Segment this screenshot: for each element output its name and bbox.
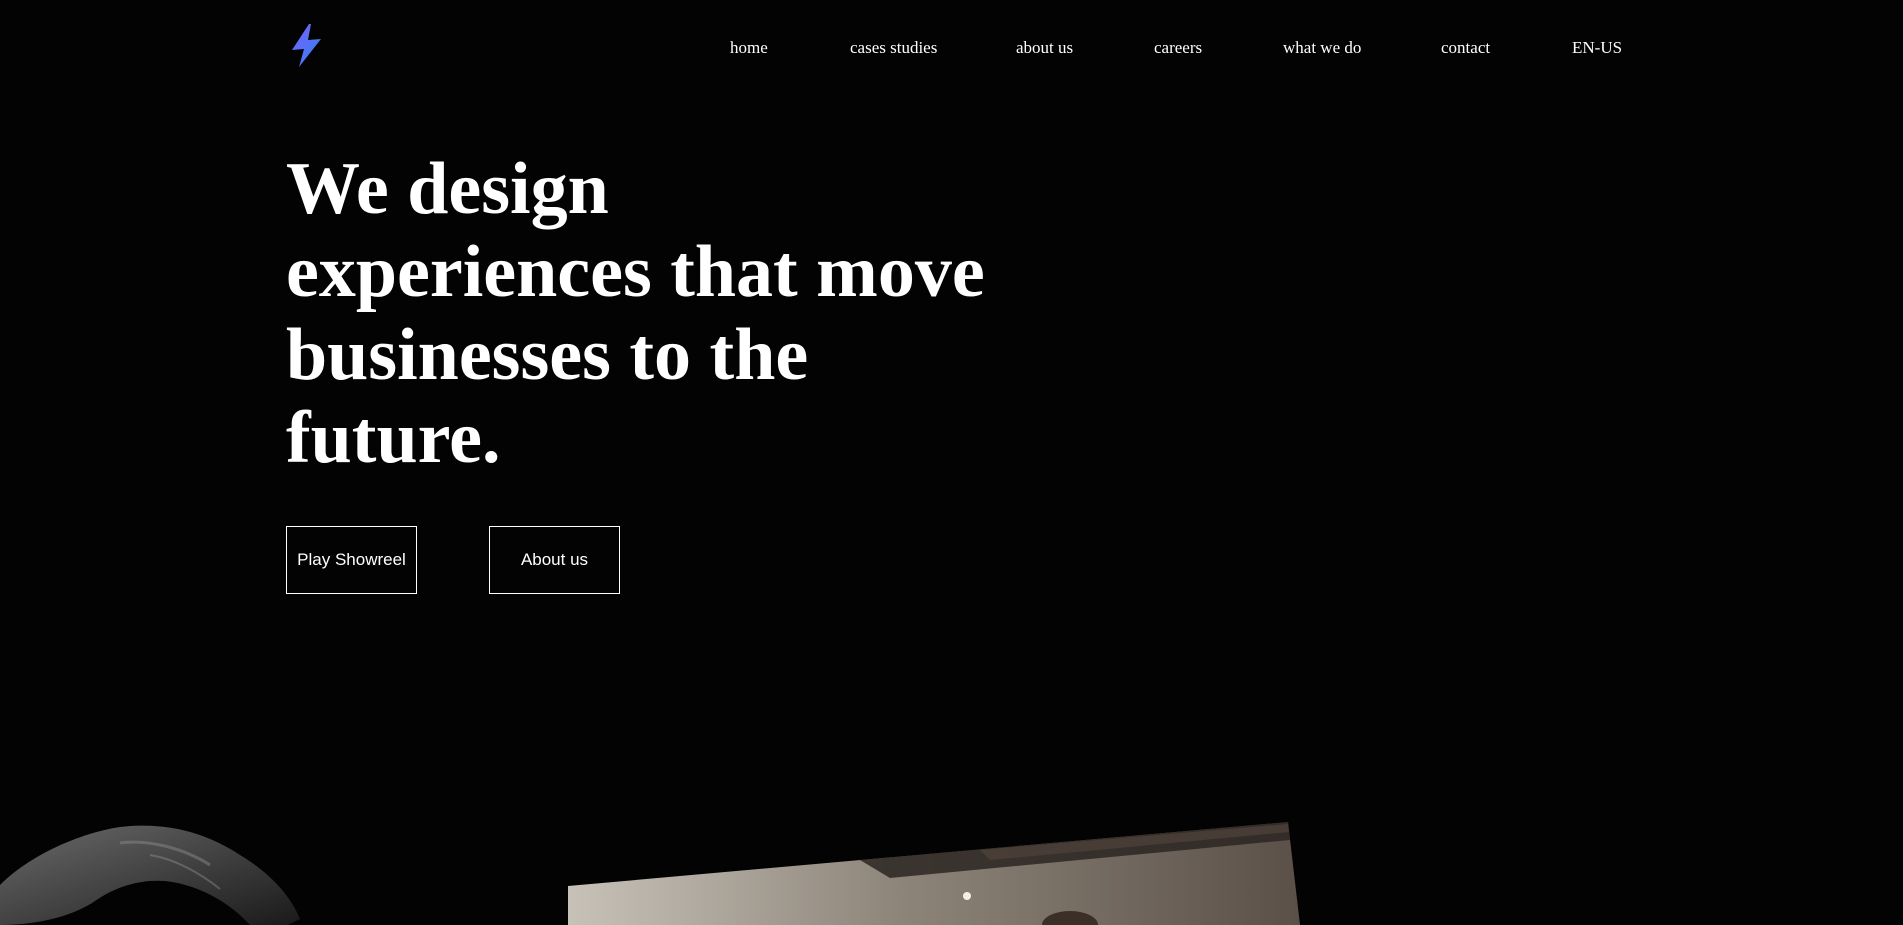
sculpture-hand-image [0,815,310,925]
nav-about-us[interactable]: about us [1016,38,1073,58]
nav-contact[interactable]: contact [1441,38,1490,58]
hero-title: We design experiences that move business… [286,148,985,479]
play-showreel-button[interactable]: Play Showreel [286,526,417,594]
about-us-button[interactable]: About us [489,526,620,594]
team-photo-image [560,820,1300,925]
nav-cases-studies[interactable]: cases studies [850,38,937,58]
nav-what-we-do[interactable]: what we do [1283,38,1361,58]
nav-careers[interactable]: careers [1154,38,1202,58]
main-nav: home cases studies about us careers what… [0,38,1903,60]
nav-home[interactable]: home [730,38,768,58]
language-switcher[interactable]: EN-US [1572,38,1622,58]
